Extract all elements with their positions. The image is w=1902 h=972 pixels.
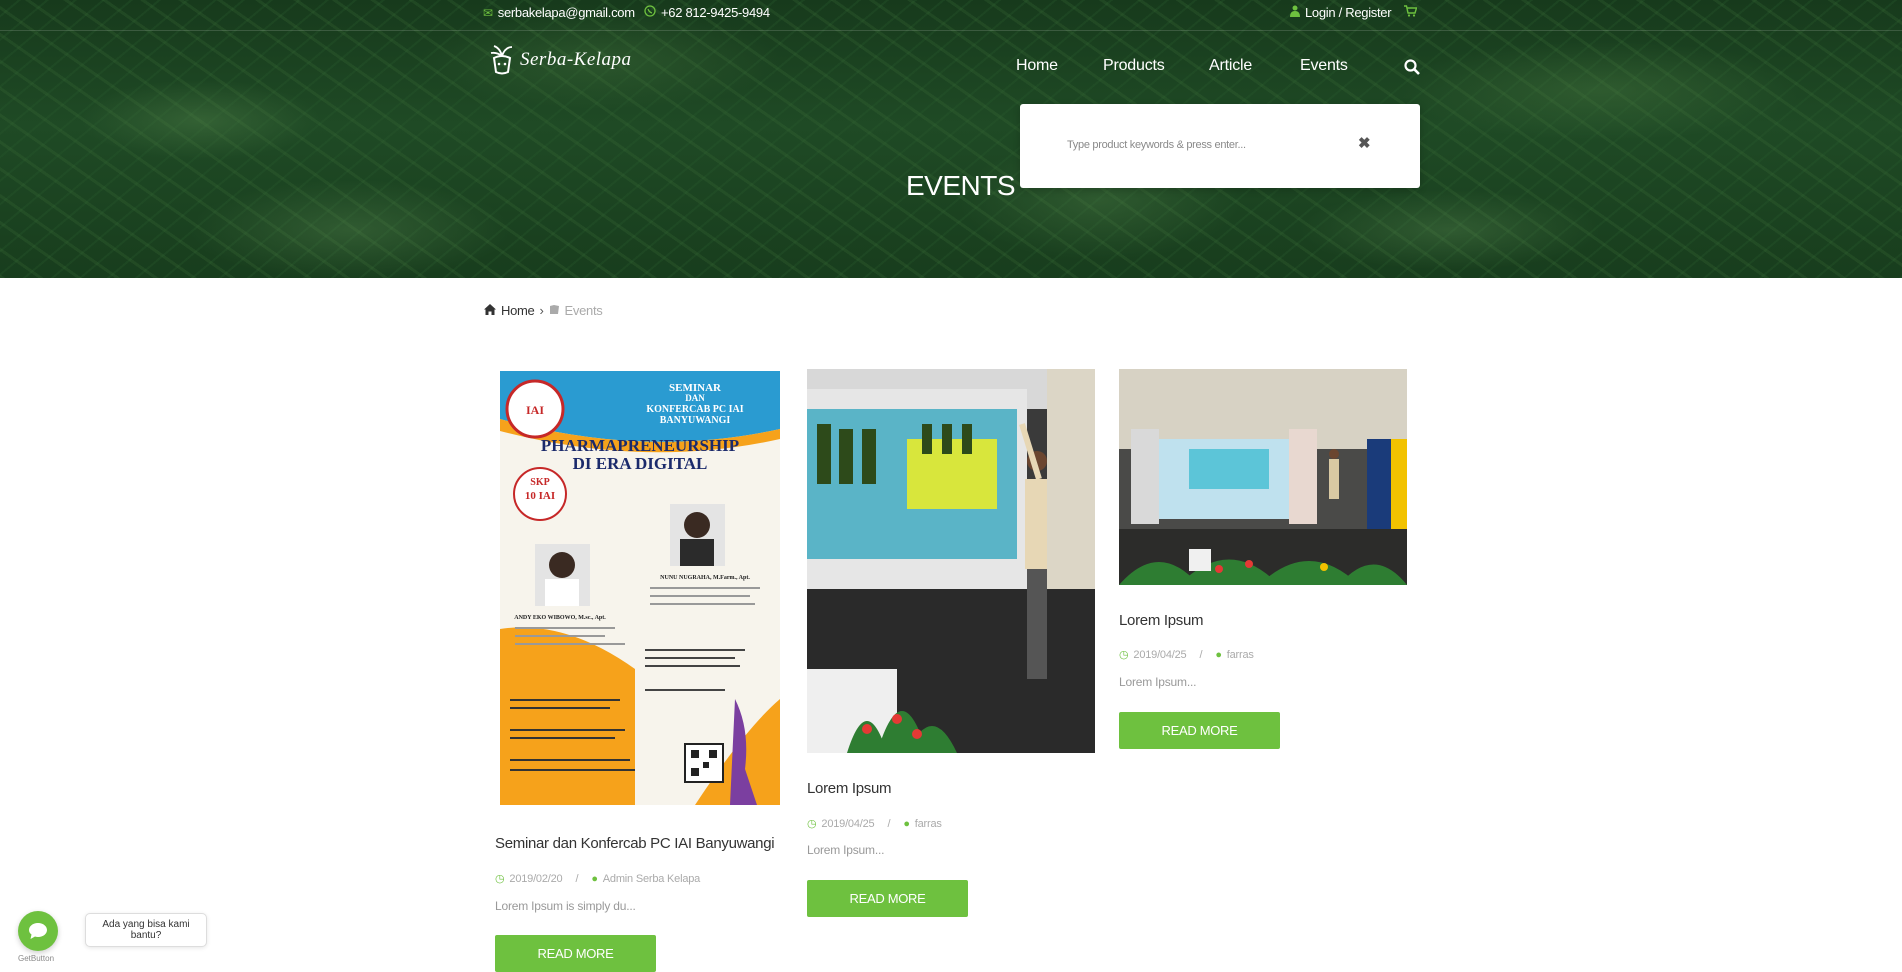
cart-icon[interactable] — [1404, 5, 1417, 17]
chat-icon — [29, 923, 47, 939]
read-more-button[interactable]: READ MORE — [495, 935, 656, 972]
phone-text: +62 812-9425-9494 — [661, 5, 770, 20]
svg-text:PHARMAPRENEURSHIP: PHARMAPRENEURSHIP — [541, 436, 739, 455]
clock-icon: ◷ — [495, 873, 505, 885]
event-title[interactable]: Lorem Ipsum — [1119, 612, 1204, 629]
nav-article[interactable]: Article — [1209, 57, 1252, 75]
event-poster-image[interactable]: IAI SEMINAR DAN KONFERCAB PC IAI BANYUWA… — [495, 369, 785, 809]
read-more-button[interactable]: READ MORE — [1119, 712, 1280, 749]
event-excerpt: Lorem Ipsum... — [1119, 675, 1197, 689]
event-author: farras — [914, 817, 942, 830]
event-photo-image[interactable] — [1119, 369, 1407, 585]
login-text: Login / Register — [1305, 5, 1392, 20]
clock-icon: ◷ — [1119, 649, 1129, 661]
user-icon: ● — [1215, 648, 1222, 661]
event-card: Lorem Ipsum ◷ 2019/04/25 / ● farras Lore… — [1119, 369, 1407, 749]
login-register-link[interactable]: Login / Register — [1290, 5, 1392, 20]
breadcrumb-current: Events — [564, 303, 603, 318]
event-title[interactable]: Seminar dan Konfercab PC IAI Banyuwangi — [495, 835, 775, 852]
svg-text:ANDY EKO WIBOWO, M.sc., Apt.: ANDY EKO WIBOWO, M.sc., Apt. — [514, 615, 606, 621]
svg-text:SKP: SKP — [530, 477, 549, 488]
svg-text:BANYUWANGI: BANYUWANGI — [660, 415, 731, 426]
nav-products[interactable]: Products — [1103, 57, 1165, 75]
contact-email[interactable]: ✉ serbakelapa@gmail.com — [483, 5, 635, 20]
event-meta: ◷ 2019/04/25 / ● farras — [1119, 648, 1254, 662]
user-icon: ● — [903, 817, 910, 830]
page-title: EVENTS — [906, 170, 1016, 201]
chat-provider-label: GetButton — [18, 954, 55, 963]
event-author: Admin Serba Kelapa — [602, 872, 701, 885]
svg-text:10 IAI: 10 IAI — [525, 490, 555, 502]
coconut-logo-icon — [490, 45, 513, 75]
nav-home[interactable]: Home — [1016, 57, 1058, 75]
event-meta: ◷ 2019/04/25 / ● farras — [807, 817, 942, 831]
event-excerpt: Lorem Ipsum... — [807, 843, 885, 857]
breadcrumb-home[interactable]: Home — [501, 303, 535, 318]
whatsapp-icon — [644, 5, 656, 20]
svg-text:DI ERA DIGITAL: DI ERA DIGITAL — [573, 454, 708, 473]
chat-button[interactable] — [18, 911, 58, 951]
svg-text:KONFERCAB PC IAI: KONFERCAB PC IAI — [646, 404, 743, 415]
search-dropdown: Type product keywords & press enter... ✖ — [1020, 104, 1420, 188]
event-excerpt: Lorem Ipsum is simply du... — [495, 899, 636, 913]
chat-bubble[interactable]: Ada yang bisa kami bantu? — [85, 913, 207, 947]
home-icon — [484, 303, 496, 318]
envelope-icon: ✉ — [483, 5, 493, 20]
event-date: 2019/04/25 — [1133, 648, 1187, 661]
event-card: Lorem Ipsum ◷ 2019/04/25 / ● farras Lore… — [807, 369, 1095, 929]
svg-text:DAN: DAN — [685, 393, 705, 403]
event-title[interactable]: Lorem Ipsum — [807, 780, 892, 797]
brand-logo[interactable]: Serba-Kelapa — [488, 44, 632, 76]
hero-banner — [0, 0, 1902, 278]
user-icon: ● — [591, 872, 598, 885]
close-icon[interactable]: ✖ — [1358, 134, 1371, 152]
book-icon — [549, 303, 560, 318]
event-date: 2019/04/25 — [821, 817, 875, 830]
breadcrumb-separator: › — [539, 303, 544, 318]
event-date: 2019/02/20 — [509, 872, 563, 885]
nav-events[interactable]: Events — [1300, 57, 1348, 75]
top-bar: ✉ serbakelapa@gmail.com +62 812-9425-949… — [0, 0, 1902, 31]
email-text: serbakelapa@gmail.com — [497, 5, 635, 20]
breadcrumb: Home › Events — [484, 303, 603, 318]
search-icon[interactable] — [1404, 59, 1420, 80]
event-meta: ◷ 2019/02/20 / ● Admin Serba Kelapa — [495, 872, 701, 886]
brand-name: Serba-Kelapa — [520, 49, 632, 70]
event-author: farras — [1226, 648, 1254, 661]
svg-text:IAI: IAI — [526, 403, 544, 417]
read-more-button[interactable]: READ MORE — [807, 880, 968, 917]
user-icon — [1290, 5, 1300, 20]
contact-phone[interactable]: +62 812-9425-9494 — [644, 5, 770, 20]
search-input[interactable]: Type product keywords & press enter... — [1067, 139, 1246, 151]
clock-icon: ◷ — [807, 818, 817, 830]
event-card: IAI SEMINAR DAN KONFERCAB PC IAI BANYUWA… — [495, 369, 785, 972]
svg-text:NUNU NUGRAHA, M.Farm., Apt.: NUNU NUGRAHA, M.Farm., Apt. — [660, 575, 750, 581]
event-photo-image[interactable] — [807, 369, 1095, 753]
